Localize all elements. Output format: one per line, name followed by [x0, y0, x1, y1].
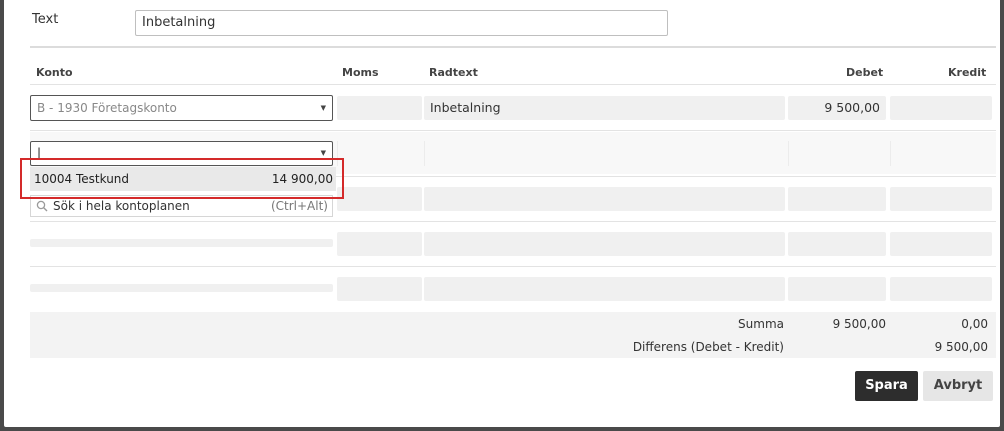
debet-cell-row1[interactable]: 9 500,00 — [788, 96, 886, 120]
text-label: Text — [32, 12, 59, 27]
account-select-row1[interactable]: B - 1930 Företagskonto ▼ — [30, 95, 333, 121]
moms-cell-row5[interactable] — [337, 277, 422, 301]
moms-cell-row1[interactable] — [337, 96, 422, 120]
cell-divider — [788, 141, 789, 166]
debet-cell-row4[interactable] — [788, 232, 886, 256]
account-select-value: B - 1930 Företagskonto — [37, 101, 177, 115]
radtext-cell-row5[interactable] — [424, 277, 785, 301]
debet-cell-row3[interactable] — [788, 187, 886, 211]
summa-kredit: 0,00 — [961, 317, 988, 331]
moms-cell-row4[interactable] — [337, 232, 422, 256]
header-divider — [30, 84, 996, 85]
column-header-debet: Debet — [846, 66, 884, 79]
differens-label: Differens (Debet - Kredit) — [632, 340, 784, 354]
highlight-box — [20, 158, 344, 199]
section-divider — [30, 46, 996, 48]
summa-label: Summa — [738, 317, 784, 331]
column-header-radtext: Radtext — [429, 66, 478, 79]
account-cell-row4[interactable] — [30, 239, 333, 247]
search-icon — [36, 200, 48, 212]
kredit-cell-row1[interactable] — [890, 96, 992, 120]
radtext-cell-row1[interactable]: Inbetalning — [424, 96, 785, 120]
moms-cell-row3[interactable] — [337, 187, 422, 211]
kredit-cell-row5[interactable] — [890, 277, 992, 301]
radtext-cell-row3[interactable] — [424, 187, 785, 211]
radtext-cell-row4[interactable] — [424, 232, 785, 256]
kredit-cell-row3[interactable] — [890, 187, 992, 211]
summa-debet: 9 500,00 — [832, 317, 886, 331]
row-divider — [30, 266, 996, 267]
save-button[interactable]: Spara — [855, 371, 918, 401]
chevron-down-icon: ▼ — [320, 104, 326, 112]
dropdown-search-shortcut: (Ctrl+Alt) — [270, 199, 328, 213]
text-input[interactable] — [135, 10, 668, 36]
dropdown-search-label: Sök i hela kontoplanen — [53, 199, 190, 213]
account-cell-row5[interactable] — [30, 284, 333, 292]
column-header-moms: Moms — [342, 66, 379, 79]
row-divider — [30, 130, 996, 131]
cell-divider — [890, 141, 891, 166]
cell-divider — [424, 141, 425, 166]
differens-value: 9 500,00 — [934, 340, 988, 354]
debet-cell-row5[interactable] — [788, 277, 886, 301]
column-header-kredit: Kredit — [948, 66, 987, 79]
column-header-konto: Konto — [36, 66, 73, 79]
kredit-cell-row4[interactable] — [890, 232, 992, 256]
cancel-button[interactable]: Avbryt — [923, 371, 993, 401]
row-divider — [30, 221, 996, 222]
